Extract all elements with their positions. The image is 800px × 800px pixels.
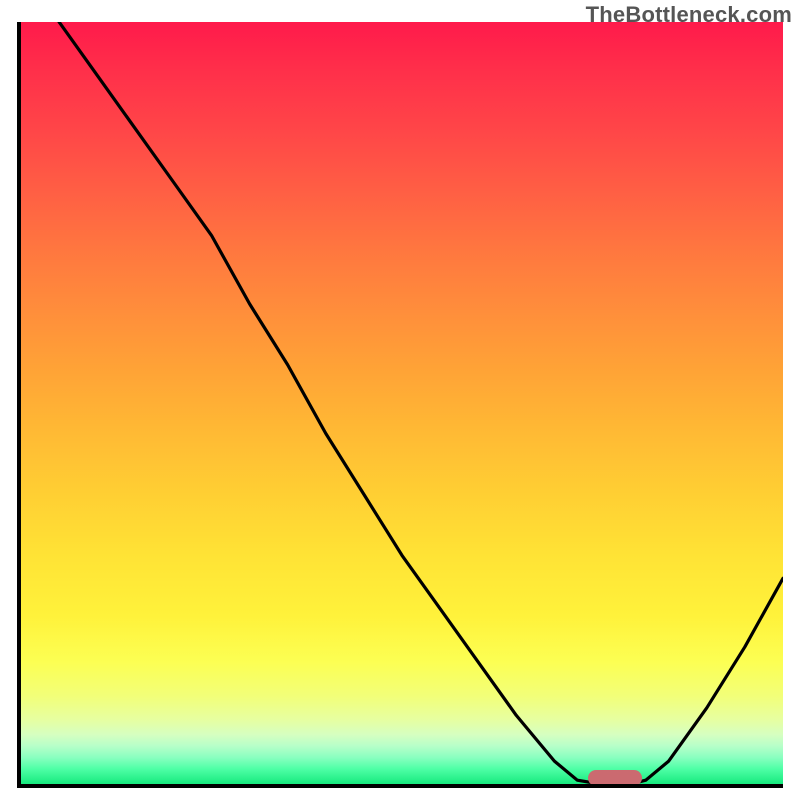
plot-area xyxy=(17,22,783,788)
chart-container: TheBottleneck.com xyxy=(0,0,800,800)
bottleneck-curve xyxy=(21,22,783,784)
optimum-marker xyxy=(588,770,642,786)
curve-path xyxy=(59,22,783,784)
